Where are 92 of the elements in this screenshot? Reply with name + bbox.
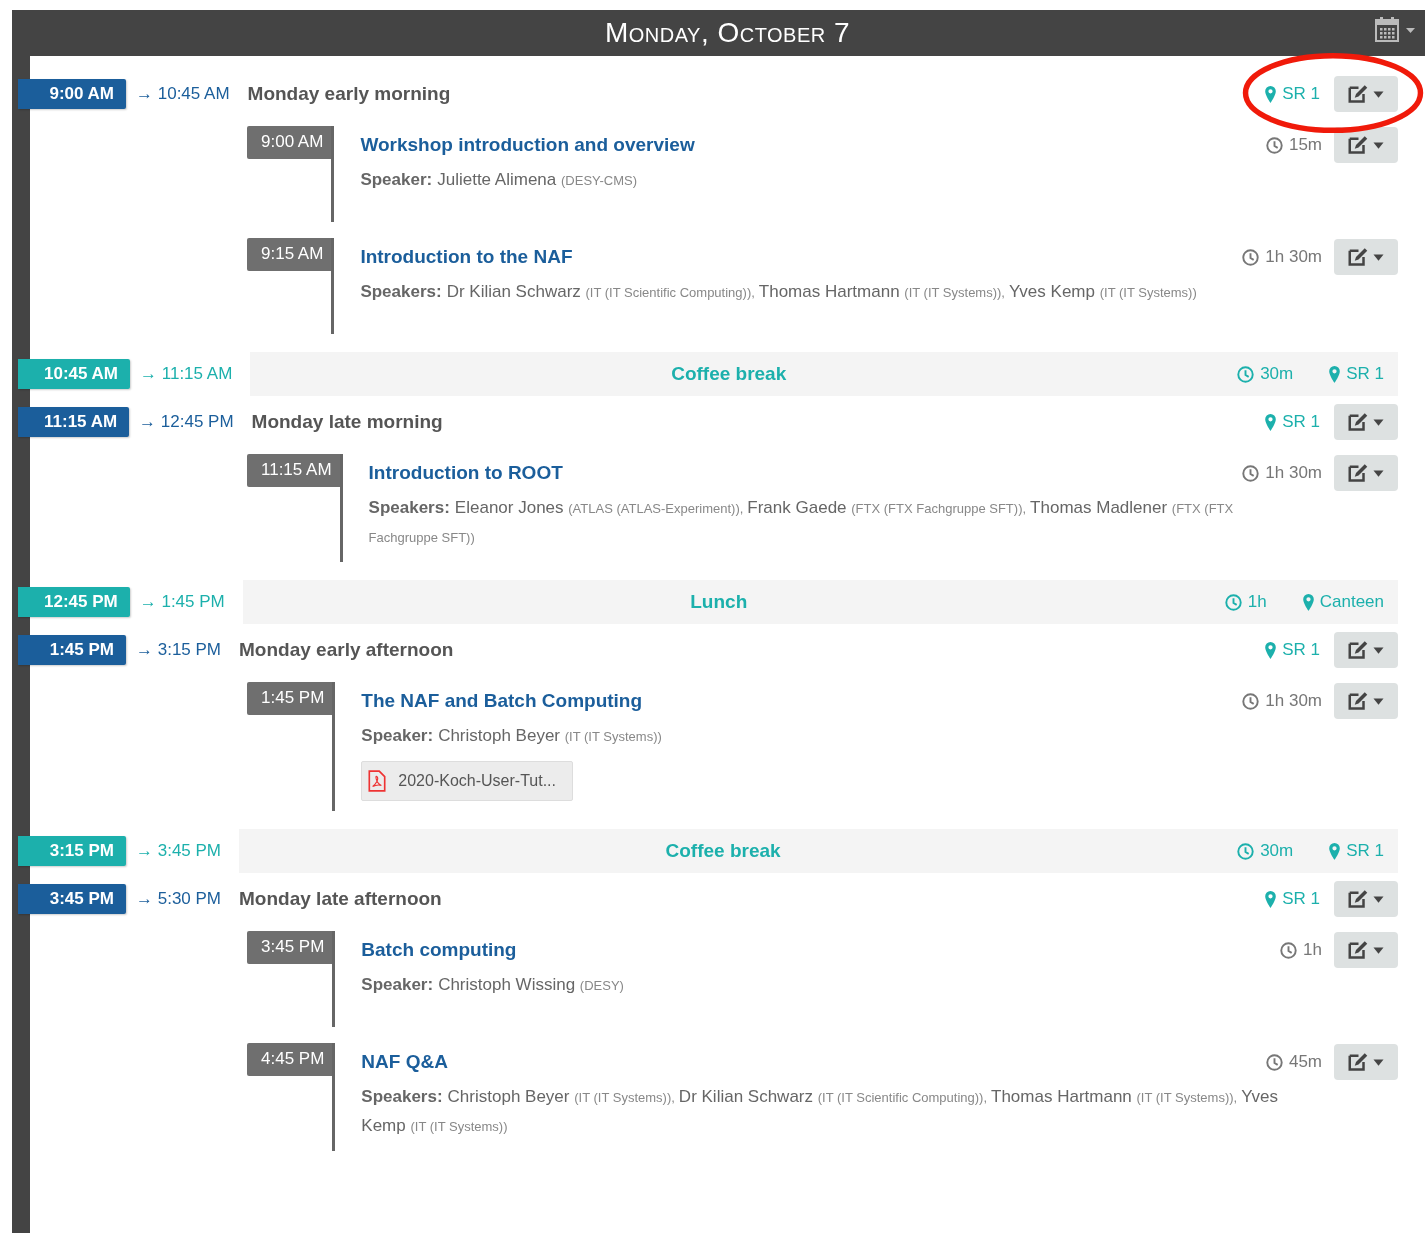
contribution-time-tag: 11:15 AM <box>247 454 340 487</box>
edit-menu-button[interactable] <box>1334 455 1398 491</box>
duration-label: 1h 30m <box>1265 247 1322 267</box>
contribution-title-link[interactable]: Introduction to ROOT <box>368 462 1235 484</box>
clock-icon <box>1242 248 1260 266</box>
edit-icon <box>1346 1052 1386 1072</box>
clock-icon <box>1265 1053 1283 1071</box>
edit-menu-button[interactable] <box>1334 683 1398 719</box>
session-title[interactable]: Monday late morning <box>251 411 1256 433</box>
speakers-line: Speaker: Juliette Alimena (DESY-CMS) <box>360 169 639 191</box>
edit-icon <box>1346 84 1386 104</box>
duration-label: 1h 30m <box>1265 463 1322 483</box>
clock-icon <box>1224 593 1242 611</box>
end-time: → 10:45 AM <box>136 84 230 104</box>
clock-icon <box>1237 842 1255 860</box>
contribution-title-link[interactable]: Introduction to the NAF <box>360 246 1235 268</box>
edit-icon <box>1346 691 1386 711</box>
end-time: → 3:45 PM <box>136 841 222 861</box>
start-time-badge: 12:45 PM <box>18 587 130 617</box>
location-label: SR 1 <box>1282 889 1320 909</box>
session-title[interactable]: Monday early afternoon <box>239 639 1256 661</box>
edit-menu-button[interactable] <box>1334 881 1398 917</box>
duration-label: 15m <box>1288 135 1322 155</box>
session-title[interactable]: Monday early morning <box>247 83 1256 105</box>
contribution-title-link[interactable]: Workshop introduction and overview <box>360 134 1258 156</box>
edit-icon <box>1346 412 1386 432</box>
contribution-time-tag: 1:45 PM <box>247 682 333 715</box>
edit-menu-button[interactable] <box>1334 76 1398 112</box>
contribution-time-tag: 9:15 AM <box>247 238 332 271</box>
start-time-badge: 3:45 PM <box>18 884 126 914</box>
pdf-file-icon <box>368 770 387 792</box>
session-title[interactable]: Monday late afternoon <box>239 888 1256 910</box>
speakers-line: Speakers: Dr Kilian Schwarz (IT (IT Scientific Computing)), Thomas Hartmann (IT (IT Systems)), Yves Kemp (IT (IT Systems)) <box>360 281 1198 303</box>
location-label: SR 1 <box>1282 84 1320 104</box>
edit-icon <box>1346 463 1386 483</box>
location-label: Canteen <box>1319 592 1384 612</box>
speakers-line: Speakers: Christoph Beyer (IT (IT Systems)), Dr Kilian Schwarz (IT (IT Scientific Computing)), Thomas Hartmann (IT (IT Systems)), Yves Kemp (IT (IT Systems)) <box>361 1086 1280 1137</box>
end-time: → 3:15 PM <box>136 640 222 660</box>
speakers-line: Speaker: Christoph Beyer (IT (IT Systems)) <box>361 725 663 747</box>
edit-menu-button[interactable] <box>1334 239 1398 275</box>
end-time: → 12:45 PM <box>139 412 234 432</box>
edit-icon <box>1346 940 1386 960</box>
edit-menu-button[interactable] <box>1334 632 1398 668</box>
edit-icon <box>1346 640 1386 660</box>
location-label: SR 1 <box>1282 640 1320 660</box>
map-pin-icon <box>1329 842 1341 860</box>
calendar-dropdown-icon[interactable] <box>1375 17 1417 43</box>
location-label: SR 1 <box>1346 841 1384 861</box>
contribution-time-tag: 4:45 PM <box>247 1043 333 1076</box>
edit-icon <box>1346 247 1386 267</box>
clock-icon <box>1280 941 1298 959</box>
duration-label: 1h 30m <box>1265 691 1322 711</box>
edit-icon <box>1346 135 1386 155</box>
clock-icon <box>1242 464 1260 482</box>
map-pin-icon <box>1302 593 1314 611</box>
clock-icon <box>1237 365 1255 383</box>
day-title: Monday, October 7 <box>604 17 851 49</box>
edit-icon <box>1346 889 1386 909</box>
contribution-title-link[interactable]: Batch computing <box>361 939 1273 961</box>
start-time-badge: 10:45 AM <box>18 359 130 389</box>
clock-icon <box>1242 692 1260 710</box>
contribution-title-link[interactable]: NAF Q&A <box>361 1051 1258 1073</box>
map-pin-icon <box>1265 890 1277 908</box>
speakers-line: Speakers: Eleanor Jones (ATLAS (ATLAS-Experiment)), Frank Gaede (FTX (FTX Fachgruppe SFT)), Thomas Madlener (FTX (FTX Fachgruppe SFT)) <box>368 497 1235 547</box>
edit-menu-button[interactable] <box>1334 127 1398 163</box>
map-pin-icon <box>1329 365 1341 383</box>
end-time: → 11:15 AM <box>140 364 233 384</box>
end-time: → 5:30 PM <box>136 889 222 909</box>
map-pin-icon <box>1265 413 1277 431</box>
duration-label: 1h <box>1247 592 1267 612</box>
edit-menu-button[interactable] <box>1334 1044 1398 1080</box>
clock-icon <box>1265 136 1283 154</box>
location-label: SR 1 <box>1282 412 1320 432</box>
duration-label: 30m <box>1260 841 1294 861</box>
edit-menu-button[interactable] <box>1334 404 1398 440</box>
start-time-badge: 9:00 AM <box>18 79 126 109</box>
start-time-badge: 3:15 PM <box>18 836 126 866</box>
map-pin-icon <box>1265 641 1277 659</box>
location-label: SR 1 <box>1346 364 1384 384</box>
duration-label: 30m <box>1260 364 1294 384</box>
start-time-badge: 11:15 AM <box>18 407 130 437</box>
contribution-time-tag: 9:00 AM <box>247 126 332 159</box>
contribution-title-link[interactable]: The NAF and Batch Computing <box>361 690 1235 712</box>
duration-label: 45m <box>1288 1052 1322 1072</box>
attachment-button[interactable]: 2020-Koch-User-Tut... <box>361 761 573 801</box>
map-pin-icon <box>1265 85 1277 103</box>
end-time: → 1:45 PM <box>139 592 225 612</box>
contribution-time-tag: 3:45 PM <box>247 931 333 964</box>
start-time-badge: 1:45 PM <box>18 635 126 665</box>
duration-label: 1h <box>1303 940 1322 960</box>
edit-menu-button[interactable] <box>1334 932 1398 968</box>
speakers-line: Speaker: Christoph Wissing (DESY) <box>361 974 625 996</box>
